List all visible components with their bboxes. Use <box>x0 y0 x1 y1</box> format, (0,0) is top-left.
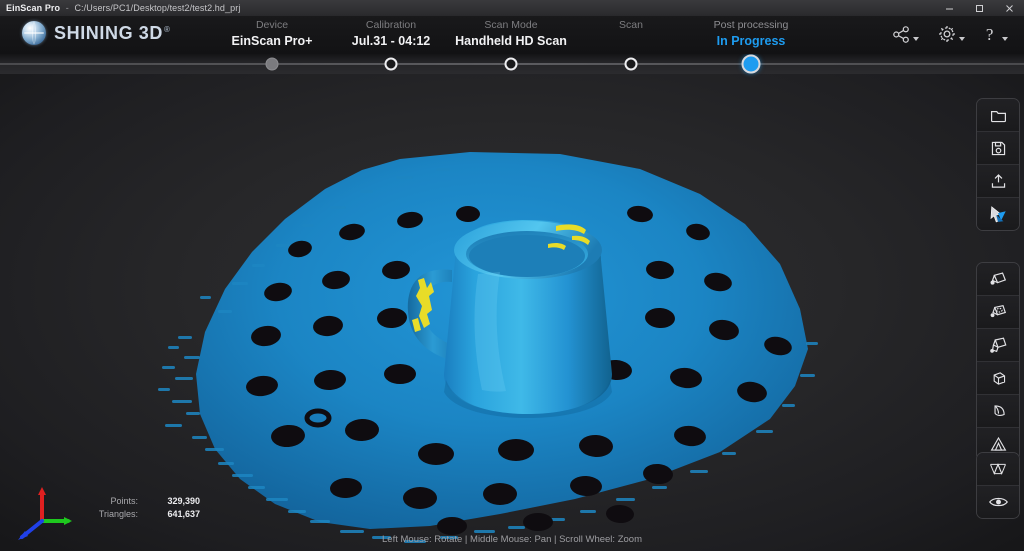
points-value: 329,390 <box>167 496 200 506</box>
wireframe-view-button[interactable] <box>977 453 1019 486</box>
eye-icon <box>988 497 1008 507</box>
y-axis-arrow <box>64 517 72 525</box>
curve-icon <box>993 404 1005 416</box>
help-icon: ? <box>986 25 994 44</box>
share-icon <box>893 25 909 43</box>
toolbar-mesh-group <box>976 262 1020 461</box>
title-bar-text: EinScan Pro - C:/Users/PC1/Desktop/test2… <box>0 3 240 13</box>
step-dot-calibration[interactable] <box>384 57 398 71</box>
step-scan[interactable]: Scan <box>619 19 643 33</box>
step-dot-scan[interactable] <box>624 57 638 71</box>
app-header: SHINING 3D® Device EinScan Pro+ Calibrat… <box>0 16 1024 54</box>
step-post-processing-value: In Progress <box>716 34 786 48</box>
step-device-value: EinScan Pro+ <box>231 34 313 48</box>
fill-hole-flat-button[interactable] <box>977 362 1019 395</box>
step-dot-device[interactable] <box>265 57 279 71</box>
bucket-c-icon <box>990 337 1007 353</box>
workflow-steps: Device EinScan Pro+ Calibration Jul.31 -… <box>0 16 1024 54</box>
step-scan-mode-title: Scan Mode <box>484 19 538 31</box>
close-button[interactable] <box>994 0 1024 16</box>
step-scan-title: Scan <box>619 19 643 31</box>
upload-icon <box>991 173 1005 188</box>
step-scan-mode-value: Handheld HD Scan <box>455 34 567 48</box>
fill-hole-marked-button[interactable] <box>977 263 1019 296</box>
floppy-icon <box>991 141 1005 155</box>
share-chevron-down-icon <box>913 36 919 41</box>
gear-icon <box>939 26 955 42</box>
step-post-processing[interactable]: Post processing In Progress <box>714 19 789 49</box>
share-button[interactable] <box>892 25 919 44</box>
step-calibration-title: Calibration <box>365 19 417 31</box>
cube-icon <box>993 371 1005 385</box>
select-cursor-button[interactable] <box>977 198 1019 230</box>
maximize-button[interactable] <box>964 0 994 16</box>
fill-hole-curved-button[interactable] <box>977 395 1019 428</box>
step-device[interactable]: Device EinScan Pro+ <box>232 19 313 49</box>
model-statistics: Points: 329,390 Triangles: 641,637 <box>78 495 200 521</box>
help-button[interactable]: ? <box>983 25 1008 44</box>
settings-button[interactable] <box>937 24 965 44</box>
z-axis-arrow <box>38 487 46 495</box>
bucket-b-icon <box>990 304 1007 318</box>
app-name: EinScan Pro <box>6 3 61 13</box>
open-project-button[interactable] <box>977 99 1019 132</box>
triangle-icon <box>990 436 1006 451</box>
mouse-hint-text: Left Mouse: Rotate | Middle Mouse: Pan |… <box>382 534 642 545</box>
visibility-toggle-button[interactable] <box>977 486 1019 518</box>
save-project-button[interactable] <box>977 132 1019 165</box>
export-model-button[interactable] <box>977 165 1019 198</box>
toolbar-file-group <box>976 98 1020 231</box>
points-label: Points: <box>110 496 138 506</box>
title-separator: - <box>65 3 69 13</box>
toolbar-view-group <box>976 452 1020 519</box>
workflow-progress-rail <box>0 54 1024 74</box>
folder-icon <box>990 110 1006 122</box>
window-controls <box>934 0 1024 16</box>
settings-chevron-down-icon <box>959 37 965 41</box>
triangles-value: 641,637 <box>167 509 200 519</box>
step-calibration[interactable]: Calibration Jul.31 - 04:12 <box>352 19 431 49</box>
cursor-icon <box>990 206 1006 223</box>
step-device-title: Device <box>255 19 289 31</box>
step-dot-post-processing[interactable] <box>741 54 761 74</box>
step-scan-mode[interactable]: Scan Mode Handheld HD Scan <box>455 19 567 49</box>
minimize-button[interactable] <box>934 0 964 16</box>
step-dot-scan-mode[interactable] <box>504 57 518 71</box>
fill-hole-tangent-button[interactable] <box>977 329 1019 362</box>
stat-row-triangles: Triangles: 641,637 <box>78 508 200 521</box>
header-icon-group: ? <box>892 24 1008 44</box>
scan-model-render <box>158 152 818 543</box>
fill-hole-curvature-button[interactable] <box>977 296 1019 329</box>
title-bar: EinScan Pro - C:/Users/PC1/Desktop/test2… <box>0 0 1024 16</box>
stat-row-points: Points: 329,390 <box>78 495 200 508</box>
step-calibration-value: Jul.31 - 04:12 <box>351 34 431 48</box>
step-post-processing-title: Post processing <box>713 19 789 31</box>
einscan-pro-window: EinScan Pro - C:/Users/PC1/Desktop/test2… <box>0 0 1024 551</box>
triangles-label: Triangles: <box>98 509 138 519</box>
project-file-path: C:/Users/PC1/Desktop/test2/test2.hd_prj <box>74 3 241 13</box>
help-chevron-down-icon <box>1002 36 1008 41</box>
svg-text:?: ? <box>986 25 994 44</box>
3d-viewport[interactable]: Points: 329,390 Triangles: 641,637 Left … <box>0 74 1024 551</box>
wireframe-icon <box>990 463 1006 475</box>
bucket-a-icon <box>990 272 1007 285</box>
